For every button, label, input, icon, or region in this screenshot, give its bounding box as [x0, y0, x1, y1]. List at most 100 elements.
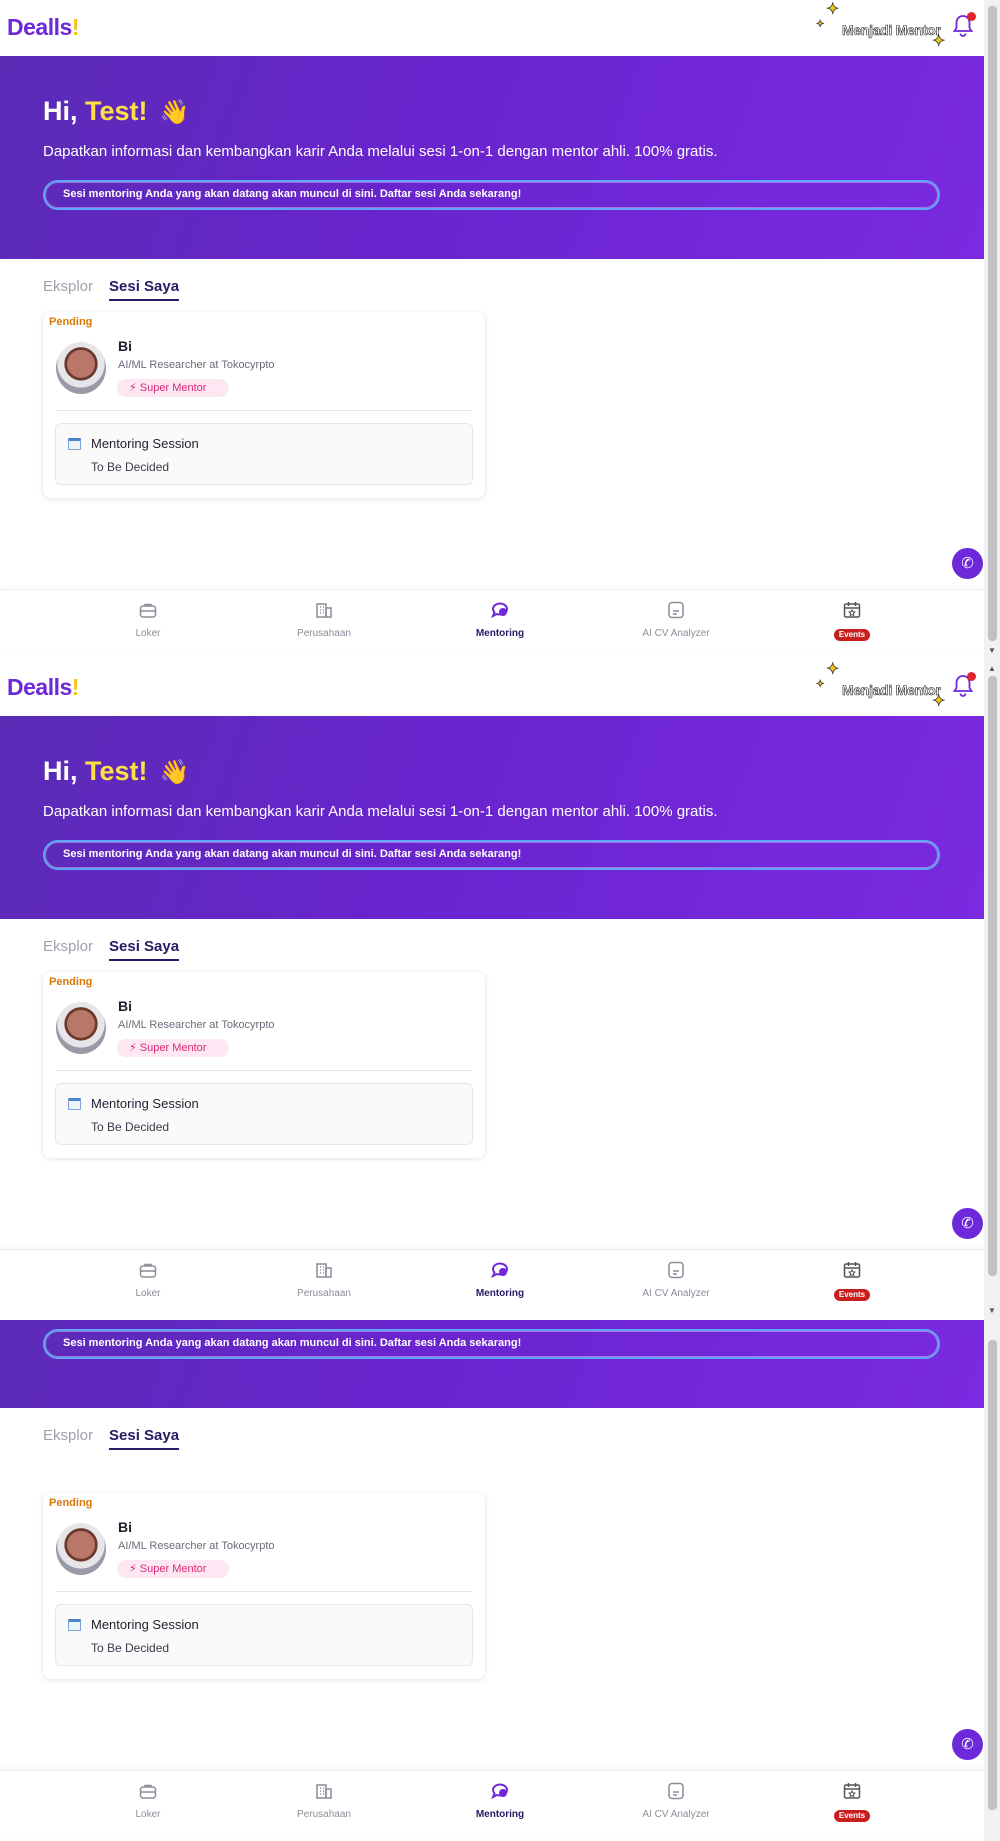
hero-greeting: Hi, Test! 👋	[43, 96, 190, 126]
become-mentor-label: Menjadi Mentor	[842, 22, 941, 39]
scroll-down-arrow-icon[interactable]: ▼	[988, 1306, 996, 1315]
viewport-frame-2: Dealls! ✦ ✦ Menjadi Mentor ✦ Hi, Test! 👋 …	[0, 660, 984, 1320]
briefcase-icon	[139, 603, 157, 618]
app-header: Dealls! ✦ ✦ Menjadi Mentor ✦	[0, 0, 984, 56]
hero-subtitle: Dapatkan informasi dan kembangkan karir …	[43, 803, 718, 820]
mentor-role: AI/ML Researcher at Tokocyrpto	[118, 1019, 275, 1031]
briefcase-icon	[139, 1263, 157, 1278]
notification-bell-icon[interactable]	[952, 12, 976, 38]
scrollbar-thumb[interactable]	[988, 676, 997, 1276]
document-icon	[668, 1261, 684, 1279]
nav-item-loker[interactable]: Loker	[60, 1250, 236, 1312]
session-info: Mentoring Session To Be Decided	[55, 1604, 473, 1666]
session-title: Mentoring Session	[91, 1617, 199, 1632]
document-icon	[668, 1782, 684, 1800]
scroll-up-arrow-icon[interactable]: ▲	[988, 664, 996, 673]
divider	[56, 410, 472, 411]
mentor-role: AI/ML Researcher at Tokocyrpto	[118, 1540, 275, 1552]
session-card[interactable]: Pending Bi AI/ML Researcher at Tokocyrpt…	[43, 972, 485, 1158]
chat-icon	[491, 1262, 508, 1279]
calendar-icon	[843, 1783, 861, 1799]
viewport-frame-3: Dapatkan informasi dan kembangkan karir …	[0, 1320, 984, 1841]
session-date: To Be Decided	[91, 460, 170, 474]
building-icon	[316, 1263, 332, 1278]
sparkle-icon: ✦	[816, 679, 825, 690]
scrollbar-thumb[interactable]	[988, 1340, 997, 1810]
scroll-down-arrow-icon[interactable]: ▼	[988, 646, 996, 655]
nav-item-events[interactable]: Events	[764, 1250, 940, 1312]
tab-sesi-saya[interactable]: Sesi Saya	[109, 278, 180, 301]
nav-item-ai-cv-analyzer[interactable]: AI CV Analyzer	[588, 1771, 764, 1833]
sparkle-icon: ✦	[816, 19, 825, 30]
nav-item-loker[interactable]: Loker	[60, 590, 236, 652]
whatsapp-icon[interactable]: ✆	[952, 1208, 983, 1239]
upcoming-session-banner[interactable]: Sesi mentoring Anda yang akan datang aka…	[43, 180, 940, 210]
session-date: To Be Decided	[91, 1641, 170, 1655]
nav-item-ai-cv-analyzer[interactable]: AI CV Analyzer	[588, 590, 764, 652]
become-mentor-button[interactable]: ✦ ✦ Menjadi Mentor ✦	[816, 1, 954, 50]
divider	[56, 1591, 472, 1592]
hero-banner: Hi, Test! 👋 Dapatkan informasi dan kemban…	[0, 56, 984, 259]
app-header: Dealls! ✦ ✦ Menjadi Mentor ✦	[0, 660, 984, 716]
session-title: Mentoring Session	[91, 1096, 199, 1111]
session-card[interactable]: Pending Bi AI/ML Researcher at Tokocyrpt…	[43, 1493, 485, 1679]
session-title: Mentoring Session	[91, 436, 199, 451]
nav-item-events[interactable]: Events	[764, 1771, 940, 1833]
nav-item-perusahaan[interactable]: Perusahaan	[236, 1771, 412, 1833]
nav-item-perusahaan[interactable]: Perusahaan	[236, 1250, 412, 1312]
become-mentor-button[interactable]: ✦ ✦ Menjadi Mentor ✦	[816, 661, 954, 710]
chat-icon	[491, 1783, 508, 1800]
nav-item-loker[interactable]: Loker	[60, 1771, 236, 1833]
avatar	[56, 1523, 106, 1575]
document-icon	[668, 601, 684, 619]
super-mentor-badge: ⚡ Super Mentor	[117, 1560, 229, 1578]
sparkle-icon: ✦	[932, 33, 946, 50]
building-icon	[316, 1784, 332, 1799]
bottom-nav: Loker Perusahaan Mentoring AI CV Analyze…	[0, 589, 984, 651]
bottom-nav: Loker Perusahaan Mentoring AI CV Analyze…	[0, 1249, 984, 1311]
dealls-logo[interactable]: Dealls!	[7, 674, 79, 701]
scrollbar[interactable]: ▲ ▼	[984, 660, 1000, 1320]
status-badge: Pending	[49, 976, 93, 988]
upcoming-session-banner[interactable]: Sesi mentoring Anda yang akan datang aka…	[43, 1329, 940, 1359]
nav-item-mentoring[interactable]: Mentoring	[412, 1250, 588, 1312]
calendar-icon	[68, 438, 81, 450]
scrollbar[interactable]	[984, 1320, 1000, 1841]
scrollbar[interactable]: ▼	[984, 0, 1000, 660]
status-badge: Pending	[49, 316, 93, 328]
whatsapp-icon[interactable]: ✆	[952, 548, 983, 579]
upcoming-session-banner[interactable]: Sesi mentoring Anda yang akan datang aka…	[43, 840, 940, 870]
tab-eksplor[interactable]: Eksplor	[43, 1427, 93, 1444]
whatsapp-icon[interactable]: ✆	[952, 1729, 983, 1760]
notification-bell-icon[interactable]	[952, 672, 976, 698]
mentor-name: Bi	[118, 998, 132, 1014]
bottom-nav: Loker Perusahaan Mentoring AI CV Analyze…	[0, 1770, 984, 1832]
hero-banner: Dapatkan informasi dan kembangkan karir …	[0, 1320, 984, 1408]
dealls-logo[interactable]: Dealls!	[7, 14, 79, 41]
sparkle-icon: ✦	[826, 1, 840, 18]
status-badge: Pending	[49, 1497, 93, 1509]
mentor-name: Bi	[118, 338, 132, 354]
super-mentor-badge: ⚡ Super Mentor	[117, 379, 229, 397]
sparkle-icon: ✦	[932, 693, 946, 710]
nav-item-mentoring[interactable]: Mentoring	[412, 1771, 588, 1833]
wave-icon: 👋	[159, 99, 190, 126]
tab-eksplor[interactable]: Eksplor	[43, 938, 93, 955]
viewport-frame-1: Dealls! ✦ ✦ Menjadi Mentor ✦ Hi, Test! 👋 …	[0, 0, 984, 660]
notification-dot	[967, 672, 976, 681]
scrollbar-thumb[interactable]	[988, 6, 997, 641]
session-card[interactable]: Pending Bi AI/ML Researcher at Tokocyrpt…	[43, 312, 485, 498]
mentor-name: Bi	[118, 1519, 132, 1535]
calendar-icon	[68, 1619, 81, 1631]
tab-sesi-saya[interactable]: Sesi Saya	[109, 1427, 180, 1450]
tab-eksplor[interactable]: Eksplor	[43, 278, 93, 295]
building-icon	[316, 603, 332, 618]
tab-sesi-saya[interactable]: Sesi Saya	[109, 938, 180, 961]
nav-item-mentoring[interactable]: Mentoring	[412, 590, 588, 652]
hero-greeting: Hi, Test! 👋	[43, 756, 190, 786]
mentor-role: AI/ML Researcher at Tokocyrpto	[118, 359, 275, 371]
nav-item-perusahaan[interactable]: Perusahaan	[236, 590, 412, 652]
nav-item-ai-cv-analyzer[interactable]: AI CV Analyzer	[588, 1250, 764, 1312]
super-mentor-badge: ⚡ Super Mentor	[117, 1039, 229, 1057]
nav-item-events[interactable]: Events	[764, 590, 940, 652]
